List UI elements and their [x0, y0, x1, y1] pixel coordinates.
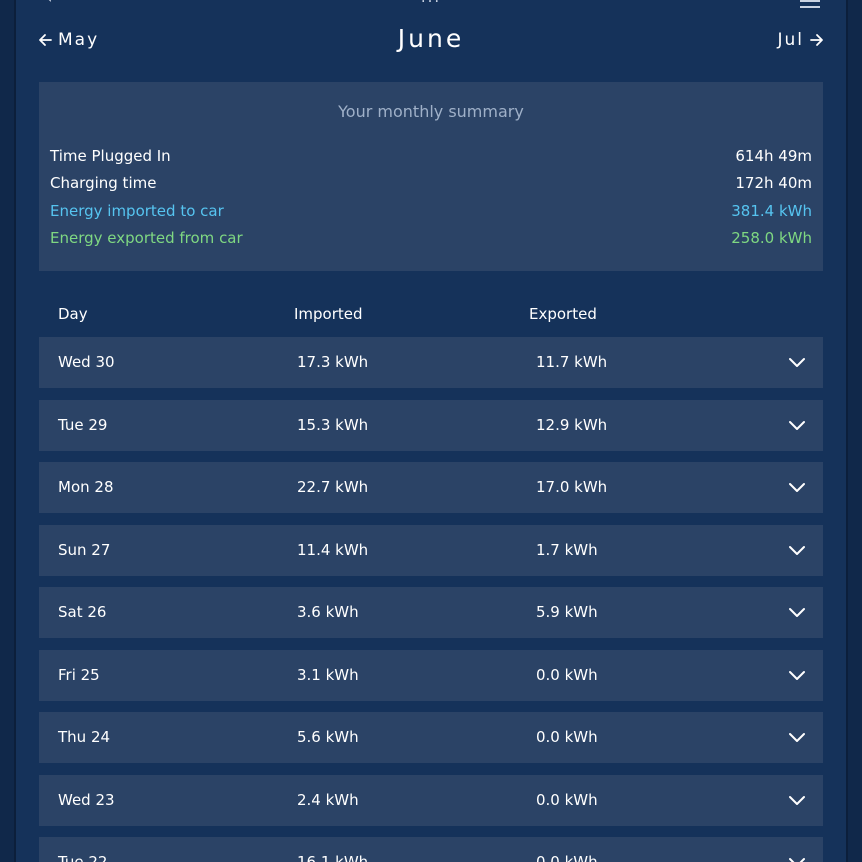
table-row[interactable]: Sat 26 3.6 kWh 5.9 kWh [39, 587, 823, 638]
top-bar-title: ... [16, 0, 846, 6]
chevron-down-icon[interactable] [789, 668, 805, 682]
table-row[interactable]: Fri 25 3.1 kWh 0.0 kWh [39, 650, 823, 701]
day-cell: Tue 22 [58, 853, 108, 862]
summary-row-energy-exported: Energy exported from car 258.0 kWh [50, 229, 812, 251]
current-month-title: June [397, 24, 465, 53]
day-cell: Sun 27 [58, 541, 111, 559]
table-row[interactable]: Wed 23 2.4 kWh 0.0 kWh [39, 775, 823, 826]
hamburger-menu-icon[interactable] [800, 0, 820, 12]
summary-row-energy-imported: Energy imported to car 381.4 kWh [50, 202, 812, 224]
chevron-down-icon[interactable] [789, 355, 805, 369]
exported-cell: 0.0 kWh [536, 791, 598, 809]
day-cell: Wed 23 [58, 791, 115, 809]
imported-cell: 15.3 kWh [297, 416, 369, 434]
chevron-down-icon[interactable] [789, 730, 805, 744]
day-cell: Sat 26 [58, 603, 107, 621]
day-cell: Wed 30 [58, 353, 115, 371]
imported-cell: 17.3 kWh [297, 353, 369, 371]
table-row[interactable]: Tue 22 16.1 kWh 0.0 kWh [39, 837, 823, 862]
summary-heading: Your monthly summary [338, 102, 524, 121]
summary-label: Charging time [50, 174, 157, 192]
chevron-down-icon[interactable] [789, 605, 805, 619]
exported-cell: 5.9 kWh [536, 603, 598, 621]
column-header-imported: Imported [294, 305, 363, 323]
next-month-label: Jul [777, 30, 804, 50]
imported-cell: 5.6 kWh [297, 728, 359, 746]
summary-row-time-plugged-in: Time Plugged In 614h 49m [50, 147, 812, 169]
column-header-exported: Exported [529, 305, 597, 323]
day-cell: Mon 28 [58, 478, 114, 496]
chevron-down-icon[interactable] [789, 793, 805, 807]
summary-label: Energy imported to car [50, 202, 224, 220]
monthly-summary-card: Your monthly summary Time Plugged In 614… [39, 82, 823, 271]
day-cell: Fri 25 [58, 666, 100, 684]
summary-value: 172h 40m [735, 174, 812, 192]
exported-cell: 12.9 kWh [536, 416, 608, 434]
imported-cell: 11.4 kWh [297, 541, 369, 559]
summary-row-charging-time: Charging time 172h 40m [50, 174, 812, 196]
summary-label: Time Plugged In [50, 147, 171, 165]
top-bar: ‹ ... [16, 0, 846, 8]
daily-table-header: Day Imported Exported [16, 305, 846, 327]
table-row[interactable]: Wed 30 17.3 kWh 11.7 kWh [39, 337, 823, 388]
table-row[interactable]: Mon 28 22.7 kWh 17.0 kWh [39, 462, 823, 513]
summary-value: 614h 49m [735, 147, 812, 165]
chevron-down-icon[interactable] [789, 855, 805, 862]
exported-cell: 11.7 kWh [536, 353, 608, 371]
imported-cell: 3.1 kWh [297, 666, 359, 684]
summary-label: Energy exported from car [50, 229, 243, 247]
summary-value: 381.4 kWh [731, 202, 812, 220]
next-month-button[interactable]: Jul [777, 30, 824, 50]
imported-cell: 16.1 kWh [297, 853, 369, 862]
exported-cell: 0.0 kWh [536, 666, 598, 684]
imported-cell: 3.6 kWh [297, 603, 359, 621]
month-navigation: May June Jul [16, 24, 846, 58]
chevron-down-icon[interactable] [789, 543, 805, 557]
arrow-right-icon [810, 34, 823, 46]
column-header-day: Day [58, 305, 88, 323]
imported-cell: 22.7 kWh [297, 478, 369, 496]
exported-cell: 17.0 kWh [536, 478, 608, 496]
table-row[interactable]: Tue 29 15.3 kWh 12.9 kWh [39, 400, 823, 451]
table-row[interactable]: Thu 24 5.6 kWh 0.0 kWh [39, 712, 823, 763]
exported-cell: 0.0 kWh [536, 853, 598, 862]
exported-cell: 0.0 kWh [536, 728, 598, 746]
day-cell: Thu 24 [58, 728, 111, 746]
table-row[interactable]: Sun 27 11.4 kWh 1.7 kWh [39, 525, 823, 576]
imported-cell: 2.4 kWh [297, 791, 359, 809]
chevron-down-icon[interactable] [789, 418, 805, 432]
summary-value: 258.0 kWh [731, 229, 812, 247]
exported-cell: 1.7 kWh [536, 541, 598, 559]
app-frame: ‹ ... May June Jul Your monthly summary … [16, 0, 846, 862]
chevron-down-icon[interactable] [789, 480, 805, 494]
day-cell: Tue 29 [58, 416, 108, 434]
